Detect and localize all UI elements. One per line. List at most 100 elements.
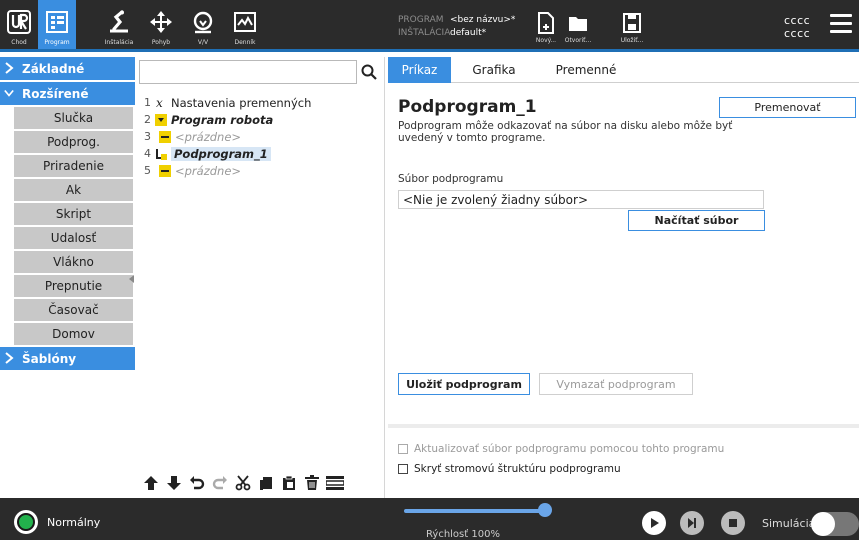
- tree-node-label: <prázdne>: [175, 129, 242, 144]
- move-up-icon[interactable]: [141, 473, 161, 493]
- category-basic-label: Základné: [22, 61, 85, 76]
- stop-button[interactable]: [721, 511, 745, 535]
- save-subprogram-button[interactable]: Uložiť podprogram: [398, 373, 530, 395]
- hide-tree-checkbox[interactable]: Skryť stromovú štruktúru podprogramu: [398, 461, 621, 477]
- copy-icon[interactable]: [256, 473, 276, 493]
- nav-io[interactable]: V/V: [184, 0, 222, 49]
- program-icon: [44, 9, 70, 35]
- tree-row[interactable]: 3 <prázdne>: [135, 128, 380, 145]
- checkbox-box[interactable]: [398, 444, 408, 454]
- category-advanced[interactable]: Rozšírené: [0, 82, 135, 105]
- line-number: 4: [144, 147, 151, 160]
- node-category-panel: Základné Rozšírené Slučka Podprog. Prira…: [0, 57, 135, 498]
- tree-node-label: Program robota: [171, 112, 274, 127]
- chevron-right-icon: [5, 62, 14, 74]
- category-basic[interactable]: Základné: [0, 57, 135, 80]
- delete-icon[interactable]: [302, 473, 322, 493]
- nav-program-label: Program: [44, 39, 70, 46]
- speed-slider-handle[interactable]: [538, 503, 552, 517]
- collapse-left-icon[interactable]: [128, 274, 136, 284]
- tree-row[interactable]: 1 x Nastavenia premenných: [135, 94, 380, 111]
- tab-command[interactable]: Príkaz: [388, 57, 451, 83]
- node-script-button[interactable]: Skript: [14, 203, 133, 225]
- program-tree-panel: 1 x Nastavenia premenných 2 Program robo…: [135, 57, 385, 498]
- empty-node-icon: [159, 164, 171, 177]
- category-templates[interactable]: Šablóny: [0, 347, 135, 370]
- suppress-icon[interactable]: [325, 473, 345, 493]
- category-templates-label: Šablóny: [22, 351, 77, 366]
- line-number: 3: [144, 130, 151, 143]
- nav-move-label: Pohyb: [151, 39, 171, 46]
- move-down-icon[interactable]: [164, 473, 184, 493]
- checkbox-box[interactable]: [398, 464, 408, 474]
- update-file-label: Aktualizovať súbor podprogramu pomocou t…: [414, 443, 725, 455]
- update-file-checkbox[interactable]: Aktualizovať súbor podprogramu pomocou t…: [398, 441, 724, 457]
- page-title: Podprogram_1: [398, 97, 537, 117]
- robot-status-button[interactable]: [14, 510, 38, 534]
- nav-installation[interactable]: Inštalácia: [100, 0, 138, 49]
- open-folder-icon: [568, 12, 588, 34]
- category-advanced-label: Rozšírené: [22, 86, 89, 101]
- save-program-label: Uložiť...: [620, 37, 644, 44]
- rename-button[interactable]: Premenovať: [719, 97, 856, 118]
- hide-tree-label: Skryť stromovú štruktúru podprogramu: [414, 463, 621, 475]
- cut-icon[interactable]: [233, 473, 253, 493]
- tree-row[interactable]: 2 Program robota: [135, 111, 380, 128]
- installation-icon: [106, 9, 132, 35]
- subprogram-file-field[interactable]: <Nie je zvolený žiadny súbor>: [398, 190, 764, 209]
- subprogram-icon: [155, 148, 167, 160]
- nav-log-label: Denník: [234, 39, 256, 46]
- search-icon[interactable]: [357, 61, 381, 83]
- nav-run[interactable]: Chod: [0, 0, 38, 49]
- top-bar: Chod Program Inštalácia Pohyb V/V Denník…: [0, 0, 859, 52]
- node-if-button[interactable]: Ak: [14, 179, 133, 201]
- simulation-label: Simulácia: [762, 517, 816, 530]
- play-button[interactable]: [642, 511, 666, 535]
- node-loop-button[interactable]: Slučka: [14, 107, 133, 129]
- simulation-toggle[interactable]: [811, 512, 859, 536]
- clear-subprogram-button[interactable]: Vymazať podprogram: [539, 373, 693, 395]
- io-icon: [190, 9, 216, 35]
- ur-logo-icon: [6, 9, 32, 35]
- robot-status-label: Normálny: [47, 516, 101, 529]
- move-icon: [148, 9, 174, 35]
- tree-row[interactable]: 5 <prázdne>: [135, 162, 380, 179]
- node-thread-button[interactable]: Vlákno: [14, 251, 133, 273]
- empty-node-icon: [159, 130, 171, 143]
- node-subprog-button[interactable]: Podprog.: [14, 131, 133, 153]
- tree-toolbar: [141, 473, 345, 493]
- load-file-button[interactable]: Načítať súbor: [628, 210, 765, 231]
- node-timer-button[interactable]: Časovač: [14, 299, 133, 321]
- nav-log[interactable]: Denník: [226, 0, 264, 49]
- node-switch-button[interactable]: Prepnutie: [14, 275, 133, 297]
- speed-slider[interactable]: [404, 509, 546, 513]
- play-icon: [651, 518, 659, 528]
- new-program-label: Nový...: [535, 37, 557, 44]
- save-program-button[interactable]: Uložiť...: [615, 6, 649, 48]
- nav-move[interactable]: Pohyb: [142, 0, 180, 49]
- paste-icon[interactable]: [279, 473, 299, 493]
- tab-variables[interactable]: Premenné: [548, 57, 624, 83]
- redo-icon[interactable]: [210, 473, 230, 493]
- editor-tabs: Príkaz Grafika Premenné: [388, 57, 859, 83]
- node-event-button[interactable]: Udalosť: [14, 227, 133, 249]
- tab-graphics[interactable]: Grafika: [466, 57, 522, 83]
- header-accent-line: [0, 49, 859, 52]
- node-assignment-button[interactable]: Priradenie: [14, 155, 133, 177]
- nav-program[interactable]: Program: [38, 0, 76, 49]
- tree-search-input[interactable]: [139, 60, 357, 84]
- step-button[interactable]: [680, 511, 704, 535]
- open-program-button[interactable]: Otvoriť...: [561, 6, 595, 48]
- tree-row-selected[interactable]: 4 Podprogram_1: [135, 145, 380, 162]
- new-program-button[interactable]: Nový...: [529, 6, 563, 48]
- menu-icon[interactable]: [830, 14, 852, 34]
- undo-icon[interactable]: [187, 473, 207, 493]
- log-icon: [232, 9, 258, 35]
- status-indicator-icon: [17, 513, 35, 531]
- divider: [388, 424, 859, 428]
- program-info: PROGRAM <bez názvu>* INŠTALÁCIAdefault*: [398, 14, 515, 40]
- node-home-button[interactable]: Domov: [14, 323, 133, 345]
- line-number: 5: [144, 164, 151, 177]
- nav-io-label: V/V: [197, 39, 209, 46]
- open-program-label: Otvoriť...: [564, 37, 592, 44]
